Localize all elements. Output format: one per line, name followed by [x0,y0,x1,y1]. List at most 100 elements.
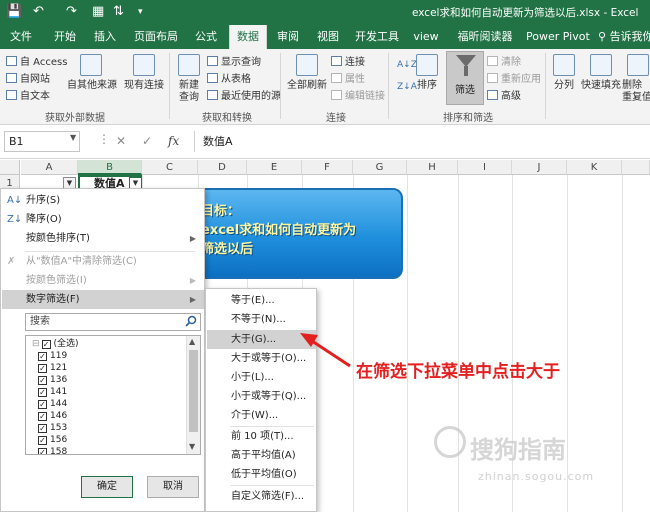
other-sources-button[interactable]: 自其他来源 [66,80,118,92]
group-divider [169,53,170,119]
tab-developer[interactable]: 开发工具 [354,25,400,49]
submenu-above-average[interactable]: 高于平均值(A) [207,446,316,465]
list-item[interactable]: ✓ 158 [38,446,67,454]
menu-sort-by-color[interactable]: 按颜色排序(T) ▶ [2,229,204,248]
search-icon[interactable] [185,315,197,327]
reapply-button[interactable]: 重新应用 [487,73,541,86]
properties-button[interactable]: 属性 [331,73,365,86]
new-query-button[interactable]: 新建 查询 [172,80,206,104]
column-header-k[interactable]: K [567,160,622,175]
submenu-less-or-equal[interactable]: 小于或等于(Q)... [207,387,316,406]
tab-power-pivot[interactable]: Power Pivot [526,25,590,49]
checkbox-icon[interactable]: ✓ [38,400,47,409]
menu-sort-ascending[interactable]: A↓ 升序(S) [2,191,204,210]
checkbox-icon[interactable]: ✓ [38,388,47,397]
column-header-b[interactable]: B [78,160,142,175]
column-header-j[interactable]: J [512,160,567,175]
submenu-not-equal[interactable]: 不等于(N)... [207,310,316,329]
show-queries-button[interactable]: 显示查询 [207,56,261,69]
tab-foxit[interactable]: 福昕阅读器 [456,25,514,49]
checkbox-icon[interactable]: ✓ [38,448,47,454]
undo-icon[interactable]: ↶ [33,4,44,20]
tab-formulas[interactable]: 公式 [192,25,220,49]
list-scrollbar[interactable]: ▲ ▼ [186,336,200,454]
refresh-all-button[interactable]: 全部刷新 [284,80,330,92]
checkbox-icon[interactable]: ✓ [41,340,51,349]
checkbox-icon[interactable]: ✓ [38,436,47,445]
submenu-between[interactable]: 介于(W)... [207,406,316,425]
clear-button[interactable]: 清除 [487,56,521,69]
edit-links-button[interactable]: 编辑链接 [331,90,385,103]
cancel-button[interactable]: 取消 [147,476,199,498]
enter-icon[interactable]: ✓ [142,134,152,148]
redo-icon[interactable]: ↷ [66,4,77,20]
scrollbar-thumb[interactable] [189,350,198,432]
name-box[interactable]: B1 [4,131,80,152]
from-text-button[interactable]: 自文本 [6,90,50,103]
submenu-custom-filter[interactable]: 自定义筛选(F)... [207,487,316,506]
menu-clear-filter[interactable]: ✗ 从"数值A"中清除筛选(C) [2,252,204,271]
insert-function-icon[interactable]: fx [168,134,179,148]
submenu-top-10[interactable]: 前 10 项(T)... [207,427,316,446]
checkbox-icon[interactable]: ✓ [38,364,47,373]
tab-view-en[interactable]: view [413,25,439,49]
number-filters-submenu: 等于(E)... 不等于(N)... 大于(G)... 大于或等于(O)... … [205,288,317,512]
checkbox-icon[interactable]: ✓ [38,424,47,433]
submenu-greater-or-equal[interactable]: 大于或等于(O)... [207,349,316,368]
formula-input[interactable]: 数值A [194,131,646,152]
submenu-equals[interactable]: 等于(E)... [207,291,316,310]
column-header-i[interactable]: I [458,160,512,175]
tab-view[interactable]: 视图 [314,25,342,49]
tab-review[interactable]: 审阅 [274,25,302,49]
column-header-e[interactable]: E [247,160,302,175]
remove-duplicates-button[interactable]: 删除 重复值 [622,80,650,104]
tab-tell-me[interactable]: ⚲ 告诉我你 [598,25,650,49]
column-header-next[interactable] [622,160,650,175]
advanced-button[interactable]: 高级 [487,90,521,103]
column-header-h[interactable]: H [407,160,458,175]
tab-file[interactable]: 文件 [6,25,36,49]
column-header-d[interactable]: D [198,160,247,175]
connections-button[interactable]: 连接 [331,56,365,69]
column-header-f[interactable]: F [302,160,353,175]
submenu-less-than[interactable]: 小于(L)... [207,368,316,387]
from-access-button[interactable]: 自 Access [6,56,67,69]
column-header-a[interactable]: A [21,160,78,175]
column-header-g[interactable]: G [353,160,407,175]
flash-fill-button[interactable]: 快速填充 [580,80,622,92]
sort-button[interactable]: 排序 [412,80,442,92]
checkbox-icon[interactable]: ✓ [38,352,47,361]
existing-connections-button[interactable]: 现有连接 [120,80,168,92]
save-icon[interactable]: 💾 [6,4,22,20]
menu-filter-by-color[interactable]: 按颜色筛选(I) ▶ [2,271,204,290]
sort-icon[interactable]: ⇅ [113,4,124,20]
customize-icon[interactable]: ▾ [138,4,143,20]
cancel-icon[interactable]: ✕ [116,134,126,148]
edit-links-label: 编辑链接 [345,91,385,102]
menu-sort-descending[interactable]: Z↓ 降序(O) [2,210,204,229]
submenu-below-average[interactable]: 低于平均值(O) [207,465,316,484]
checkbox-icon[interactable]: ✓ [38,412,47,421]
scroll-down-icon[interactable]: ▼ [189,442,195,451]
text-to-columns-button[interactable]: 分列 [549,80,579,92]
tab-insert[interactable]: 插入 [90,25,120,49]
menu-number-filters[interactable]: 数字筛选(F) ▶ [2,290,204,309]
from-table-button[interactable]: 从表格 [207,73,251,86]
tab-data[interactable]: 数据 [229,25,267,49]
name-box-dropdown-icon[interactable]: ▼ [70,133,76,142]
scroll-up-icon[interactable]: ▲ [189,337,195,346]
recent-sources-button[interactable]: 最近使用的源 [207,90,281,103]
column-header-c[interactable]: C [142,160,198,175]
ok-button[interactable]: 确定 [81,476,133,498]
checkbox-icon[interactable]: ✓ [38,376,47,385]
sort-az-icon[interactable]: A↓Z [397,59,417,72]
tab-page-layout[interactable]: 页面布局 [133,25,179,49]
filter-button[interactable]: 筛选 [446,51,484,105]
from-web-button[interactable]: 自网站 [6,73,50,86]
submenu-greater-than[interactable]: 大于(G)... [207,330,316,349]
filter-search-input[interactable]: 搜索 [25,313,201,331]
print-preview-icon[interactable]: ▦ [92,4,104,20]
select-all-corner[interactable] [0,160,20,175]
submenu-arrow-icon: ▶ [189,234,196,243]
tab-home[interactable]: 开始 [50,25,80,49]
